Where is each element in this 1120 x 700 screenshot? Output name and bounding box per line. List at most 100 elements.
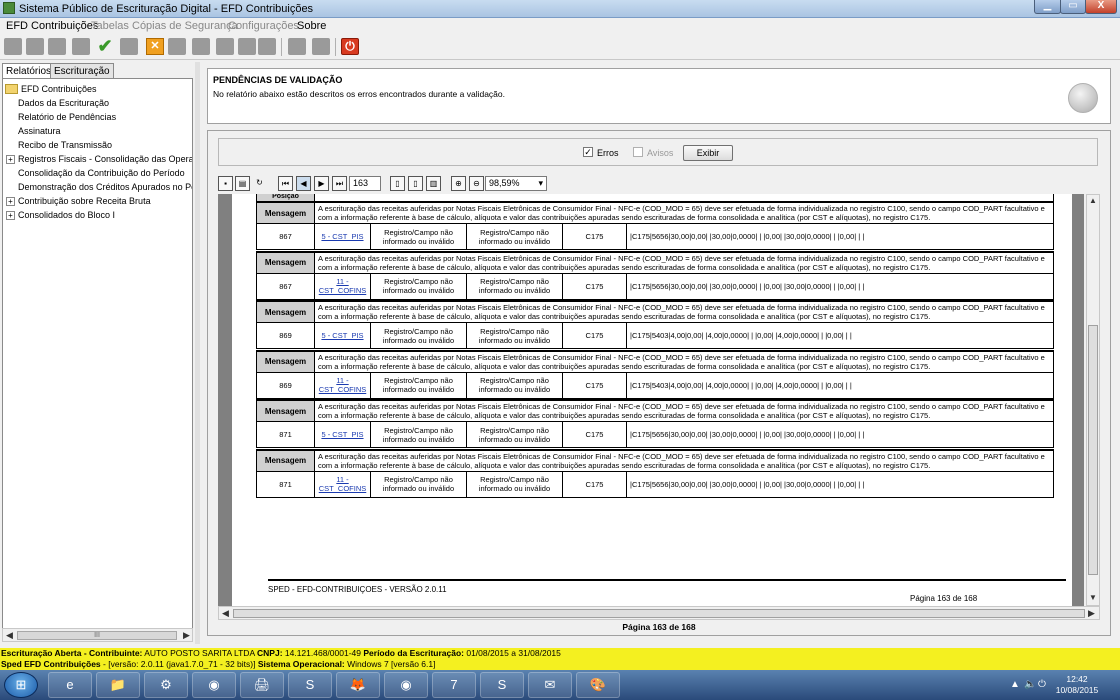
tree-item-registros-fiscais[interactable]: Registros Fiscais - Consolidação das Ope…: [18, 154, 192, 164]
next-page-icon[interactable]: ▶: [314, 176, 329, 191]
save-report-icon[interactable]: ▪: [218, 176, 233, 191]
close-button[interactable]: X: [1085, 0, 1117, 14]
report-horizontal-scrollbar[interactable]: ◀ ▶: [218, 606, 1100, 620]
scroll-thumb[interactable]: III: [17, 631, 177, 640]
expand-icon[interactable]: +: [6, 197, 15, 206]
minimize-button[interactable]: ▁: [1034, 0, 1061, 14]
report-vertical-scrollbar[interactable]: ▲ ▼: [1086, 194, 1100, 606]
tree-item-assinatura[interactable]: Assinatura: [18, 126, 61, 136]
field-link[interactable]: 5 - CST_PIS: [314, 421, 371, 448]
toolbar: ✔ ✕ ⏻: [0, 34, 1120, 60]
status-label: Sistema Operacional:: [257, 659, 345, 669]
tree-item-contribuicao-receita-bruta[interactable]: Contribuição sobre Receita Bruta: [18, 196, 151, 206]
scroll-thumb[interactable]: [1088, 325, 1098, 575]
tree-item-demonstracao-creditos[interactable]: Demonstração dos Créditos Apurados no Pe…: [18, 182, 192, 192]
tab-relatorios[interactable]: Relatórios: [2, 63, 56, 79]
menu-copias-de-seguranca[interactable]: Cópias de Segurança: [132, 20, 238, 32]
tree-item-consolidados-bloco-i[interactable]: Consolidados do Bloco I: [18, 210, 115, 220]
open-icon[interactable]: [48, 38, 66, 55]
last-page-icon[interactable]: ⏭: [332, 176, 347, 191]
sign-icon[interactable]: [168, 38, 186, 55]
zoom-in-icon[interactable]: ⊕: [451, 176, 466, 191]
facing-page-icon[interactable]: ▥: [426, 176, 441, 191]
firefox-icon[interactable]: 🦊: [336, 672, 380, 698]
expand-icon[interactable]: +: [6, 211, 15, 220]
menu-tabelas[interactable]: Tabelas: [91, 20, 129, 32]
new-icon[interactable]: [4, 38, 22, 55]
zoom-select[interactable]: 98,59% ▾: [485, 176, 547, 191]
tree-item-consolidacao[interactable]: Consolidação da Contribuição do Período: [18, 168, 185, 178]
start-button[interactable]: ⊞: [4, 672, 38, 698]
field-link[interactable]: 11 - CST_COFINS: [314, 470, 371, 498]
expand-icon[interactable]: +: [6, 155, 15, 164]
ie-icon[interactable]: e: [48, 672, 92, 698]
scroll-thumb[interactable]: [233, 609, 1085, 618]
prev-page-icon[interactable]: ◀: [296, 176, 311, 191]
volume-icon[interactable]: 🔈: [1024, 679, 1036, 690]
network-icon[interactable]: ⚙: [144, 672, 188, 698]
report-header: PENDÊNCIAS DE VALIDAÇÃO No relatório aba…: [207, 68, 1111, 124]
message-text: A escrituração das receitas auferidas po…: [314, 448, 1054, 472]
power-exit-icon[interactable]: ⏻: [341, 38, 359, 55]
maximize-button[interactable]: ▭: [1060, 0, 1086, 14]
validate-check-icon[interactable]: ✔: [96, 37, 114, 55]
edit-icon[interactable]: [120, 38, 138, 55]
printer-icon[interactable]: 🖨: [240, 672, 284, 698]
print-icon[interactable]: [216, 38, 234, 55]
scroll-right-icon[interactable]: ▶: [1088, 608, 1095, 619]
sped-icon[interactable]: S: [480, 672, 524, 698]
receipt-icon[interactable]: [238, 38, 256, 55]
line-number: 867: [256, 223, 315, 250]
field-link[interactable]: 5 - CST_PIS: [314, 322, 371, 349]
folder-icon[interactable]: 📁: [96, 672, 140, 698]
warnings-label: Avisos: [647, 148, 674, 158]
scroll-right-icon[interactable]: ▶: [183, 630, 190, 641]
tree-item-recibo[interactable]: Recibo de Transmissão: [18, 140, 112, 150]
save-as-icon[interactable]: [312, 38, 330, 55]
mail-icon[interactable]: ✉: [528, 672, 572, 698]
menu-configuracoes[interactable]: Configurações: [228, 20, 299, 32]
field-link[interactable]: 5 - CST_PIS: [314, 223, 371, 250]
field-link[interactable]: 11 - CST_COFINS: [314, 371, 371, 399]
page-number-input[interactable]: 163: [349, 176, 381, 191]
scroll-up-icon[interactable]: ▲: [1089, 196, 1097, 205]
scroll-left-icon[interactable]: ◀: [6, 630, 13, 641]
single-page-icon[interactable]: ▯: [390, 176, 405, 191]
paint-icon[interactable]: 🎨: [576, 672, 620, 698]
power-icon[interactable]: ⏻: [1038, 679, 1046, 690]
zoom-out-icon[interactable]: ⊖: [469, 176, 484, 191]
tab-escrituracao[interactable]: Escrituração: [50, 63, 114, 79]
chrome-icon[interactable]: ◉: [384, 672, 428, 698]
menu-sobre[interactable]: Sobre: [297, 20, 326, 32]
message-text: A escrituração das receitas auferidas po…: [314, 250, 1054, 274]
tray-expand-icon[interactable]: ▲: [1010, 679, 1020, 690]
status-label: Sped EFD Contribuições: [1, 659, 101, 669]
show-button[interactable]: Exibir: [683, 145, 733, 161]
tree-item-dados-escrituracao[interactable]: Dados da Escrituração: [18, 98, 109, 108]
save-icon[interactable]: [288, 38, 306, 55]
first-page-icon[interactable]: ⏮: [278, 176, 293, 191]
errors-checkbox[interactable]: ✓: [583, 147, 593, 157]
transmit-icon[interactable]: [192, 38, 210, 55]
import-icon[interactable]: [26, 38, 44, 55]
scroll-down-icon[interactable]: ▼: [1089, 593, 1097, 602]
chrome-icon[interactable]: ◉: [192, 672, 236, 698]
refresh-icon[interactable]: ↻: [252, 176, 267, 191]
skype-icon[interactable]: S: [288, 672, 332, 698]
splitter[interactable]: [195, 62, 200, 644]
app-7-icon[interactable]: 7: [432, 672, 476, 698]
tree-root[interactable]: EFD Contribuições: [21, 84, 97, 94]
field-link[interactable]: 11 - CST_COFINS: [314, 272, 371, 300]
menu-efd-contribuicoes[interactable]: EFD Contribuições: [6, 20, 98, 32]
scroll-left-icon[interactable]: ◀: [222, 608, 229, 619]
tree-item-relatorio-pendencias[interactable]: Relatório de Pendências: [18, 112, 116, 122]
left-panel: Relatórios Escrituração EFD Contribuiçõe…: [0, 62, 196, 644]
print-report-icon[interactable]: ▤: [235, 176, 250, 191]
tree-horizontal-scrollbar[interactable]: ◀ III ▶: [2, 628, 193, 642]
clock[interactable]: 12:42 10/08/2015: [1046, 674, 1108, 696]
warnings-checkbox[interactable]: [633, 147, 643, 157]
continuous-page-icon[interactable]: ▯: [408, 176, 423, 191]
delete-icon[interactable]: ✕: [146, 38, 164, 55]
settings-icon[interactable]: [72, 38, 90, 55]
shield-icon[interactable]: [258, 38, 276, 55]
